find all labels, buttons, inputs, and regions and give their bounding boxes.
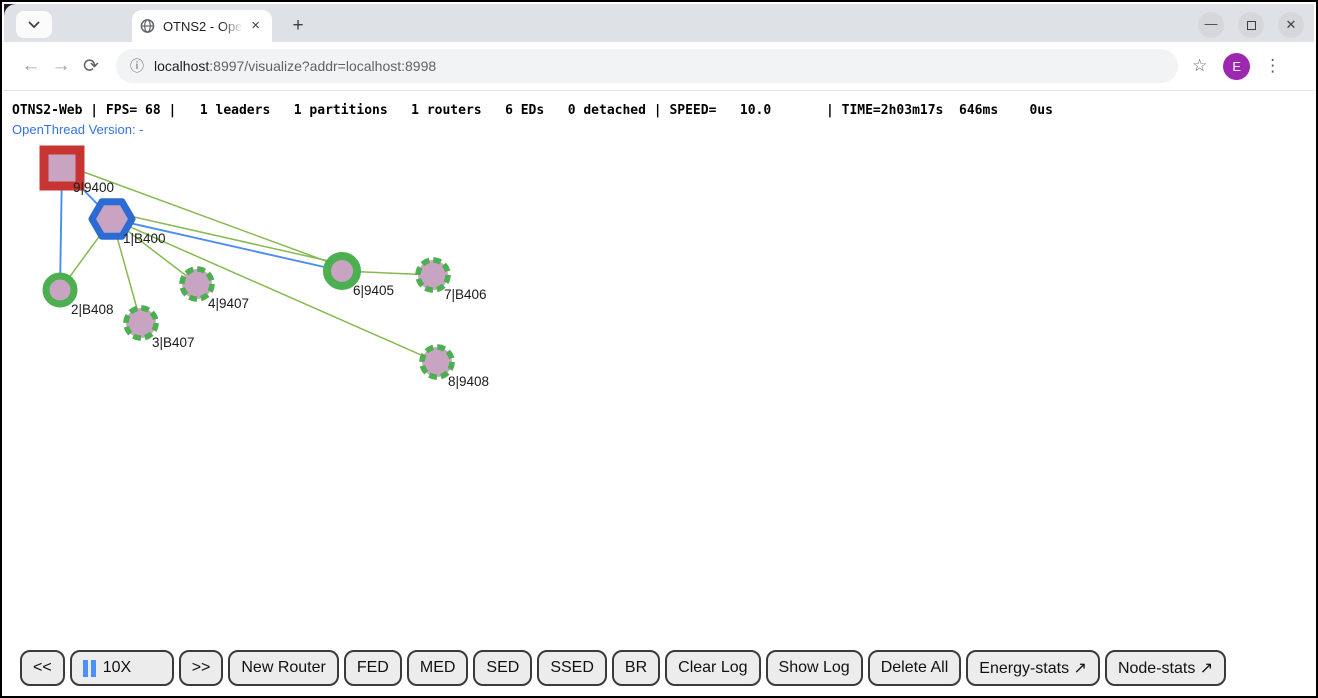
toolbar-button-ssed[interactable]: SSED (537, 650, 607, 686)
toolbar-button-label: Show Log (779, 659, 850, 677)
toolbar-button-nextnext[interactable]: >> (179, 650, 224, 686)
network-topology-canvas[interactable]: 9|9400 1|B400 2|B408 3|B407 4|9407 6|9405 7|B4… (2, 92, 1318, 642)
toolbar-button-label: Node-stats ↗ (1118, 658, 1213, 678)
toolbar-button-10x[interactable]: 10X (70, 650, 174, 686)
toolbar-button-label: MED (420, 659, 456, 677)
toolbar-button-label: New Router (241, 659, 325, 677)
toolbar-button-label: 10X (103, 659, 131, 677)
toolbar-button-show-log[interactable]: Show Log (766, 650, 863, 686)
node-label: 2|B408 (71, 302, 114, 317)
toolbar-button-label: SSED (550, 659, 594, 677)
node-label: 9|9400 (73, 180, 114, 195)
tab-strip: OTNS2 - OpenThread Ne × + — ✕ (4, 4, 1314, 42)
toolbar-button-label: Clear Log (678, 659, 747, 677)
node-9|9400[interactable]: 9|9400 (44, 150, 114, 195)
toolbar-button-label: Delete All (881, 659, 949, 677)
toolbar-button-med[interactable]: MED (407, 650, 469, 686)
node-label: 8|9408 (448, 374, 489, 389)
node-label: 1|B400 (123, 231, 166, 246)
toolbar-button-label: SED (486, 659, 519, 677)
address-bar[interactable]: ⓘ localhost:8997/visualize?addr=localhos… (116, 49, 1178, 83)
browser-toolbar: ← → ⟳ ⓘ localhost:8997/visualize?addr=lo… (4, 42, 1314, 91)
toolbar-button-delete-all[interactable]: Delete All (868, 650, 962, 686)
toolbar-button-br[interactable]: BR (612, 650, 660, 686)
pause-icon (83, 660, 96, 677)
site-info-icon[interactable]: ⓘ (130, 56, 144, 76)
tab-list-chevron-button[interactable] (16, 11, 52, 38)
bookmark-star-icon[interactable]: ☆ (1192, 56, 1207, 76)
node-8|9408[interactable]: 8|9408 (422, 347, 489, 389)
node-label: 3|B407 (152, 335, 195, 350)
profile-avatar[interactable]: E (1223, 53, 1250, 80)
node-7|B406[interactable]: 7|B406 (418, 260, 487, 302)
toolbar-button-label: BR (625, 659, 647, 677)
toolbar-button-clear-log[interactable]: Clear Log (665, 650, 760, 686)
node-1|B400[interactable]: 1|B400 (92, 202, 166, 246)
forward-icon[interactable]: → (46, 55, 76, 77)
toolbar-button-fed[interactable]: FED (344, 650, 402, 686)
node-3|B407[interactable]: 3|B407 (126, 308, 195, 350)
browser-tab[interactable]: OTNS2 - OpenThread Ne × (132, 10, 272, 42)
tab-close-icon[interactable]: × (247, 17, 264, 35)
chevron-down-icon (28, 21, 40, 29)
toolbar-button-label: >> (192, 659, 211, 677)
toolbar-button-new-router[interactable]: New Router (228, 650, 338, 686)
node-6|9405[interactable]: 6|9405 (327, 256, 394, 298)
url-text: localhost:8997/visualize?addr=localhost:… (154, 58, 436, 74)
tab-title: OTNS2 - OpenThread Ne (163, 19, 243, 34)
browser-window: OTNS2 - OpenThread Ne × + — ✕ ← → ⟳ ⓘ lo… (0, 0, 1318, 698)
back-icon[interactable]: ← (16, 55, 46, 77)
browser-menu-icon[interactable]: ⋮ (1264, 56, 1281, 76)
globe-favicon-icon (140, 18, 155, 34)
toolbar-button-label: Energy-stats ↗ (979, 658, 1087, 678)
simulator-action-bar: << 10X >> New Router FED MED SED SSED BR Clear Lo… (20, 650, 1226, 686)
toolbar-button-sed[interactable]: SED (473, 650, 532, 686)
toolbar-button-label: FED (357, 659, 389, 677)
toolbar-button-energy-stats[interactable]: Energy-stats ↗ (966, 650, 1100, 686)
toolbar-button-label: << (33, 659, 52, 677)
window-minimize-button[interactable]: — (1198, 12, 1224, 38)
window-close-button[interactable]: ✕ (1278, 12, 1304, 38)
node-2|B408[interactable]: 2|B408 (46, 276, 114, 317)
reload-icon[interactable]: ⟳ (76, 55, 106, 78)
node-label: 6|9405 (353, 283, 394, 298)
toolbar-button-prevprev[interactable]: << (20, 650, 65, 686)
new-tab-button[interactable]: + (284, 13, 312, 41)
node-label: 4|9407 (208, 296, 249, 311)
node-label: 7|B406 (444, 287, 487, 302)
toolbar-button-node-stats[interactable]: Node-stats ↗ (1105, 650, 1226, 686)
window-maximize-button[interactable] (1238, 12, 1264, 38)
